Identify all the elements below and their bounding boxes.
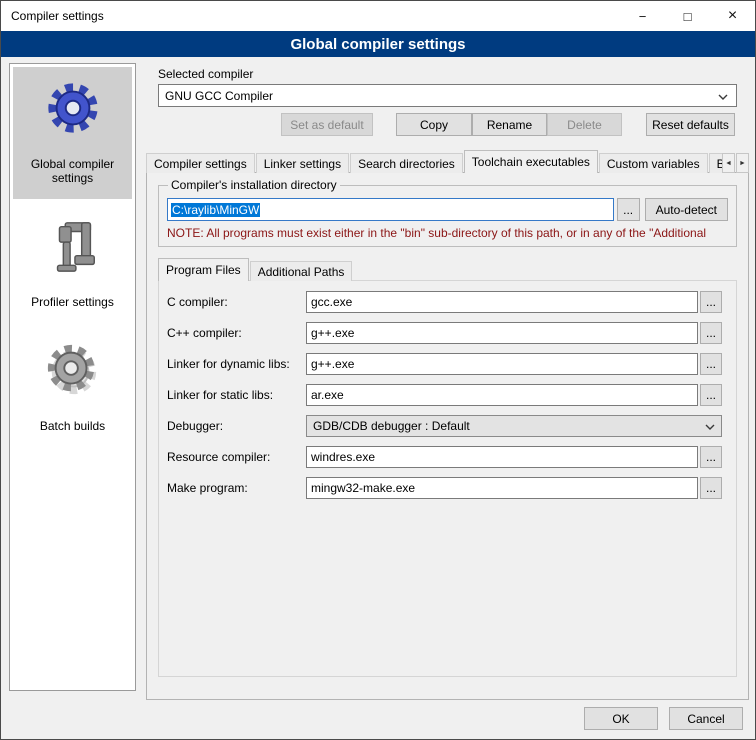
gear-blue-icon: [42, 77, 104, 139]
program-files-panel: C compiler: ... C++ compiler: ... Linker…: [158, 280, 737, 677]
program-files-tabbar: Program Files Additional Paths: [158, 259, 737, 281]
note-text: NOTE: All programs must exist either in …: [167, 226, 728, 240]
field-row-resource-compiler: Resource compiler: ...: [167, 446, 722, 468]
c-compiler-input[interactable]: [306, 291, 698, 313]
field-label: Resource compiler:: [167, 450, 306, 464]
field-row-cpp-compiler: C++ compiler: ...: [167, 322, 722, 344]
compiler-settings-window: Compiler settings − □ × Global compiler …: [0, 0, 756, 740]
delete-button[interactable]: Delete: [547, 113, 622, 136]
dialog-footer: OK Cancel: [584, 707, 743, 730]
minimize-button[interactable]: −: [620, 1, 665, 31]
tab-scroll-right-button[interactable]: ►: [736, 153, 749, 173]
tab-linker-settings[interactable]: Linker settings: [256, 153, 349, 173]
profiler-clamp-icon: [45, 215, 101, 277]
set-as-default-button[interactable]: Set as default: [281, 113, 373, 136]
tab-toolchain-executables[interactable]: Toolchain executables: [464, 150, 598, 173]
cancel-button[interactable]: Cancel: [669, 707, 743, 730]
tab-scroll-left-button[interactable]: ◄: [722, 153, 735, 173]
field-label: Linker for dynamic libs:: [167, 357, 306, 371]
field-row-linker-static: Linker for static libs: ...: [167, 384, 722, 406]
sidebar: Global compiler settings: [9, 63, 136, 691]
tab-compiler-settings[interactable]: Compiler settings: [146, 153, 255, 173]
titlebar: Compiler settings − □ ×: [1, 1, 755, 31]
browse-button[interactable]: ...: [700, 446, 722, 468]
dialog-body: Global compiler settings: [1, 63, 755, 739]
auto-detect-button[interactable]: Auto-detect: [645, 198, 728, 221]
subtab-program-files[interactable]: Program Files: [158, 258, 249, 281]
field-row-linker-dynamic: Linker for dynamic libs: ...: [167, 353, 722, 375]
installation-directory-row: C:\raylib\MinGW ... Auto-detect: [167, 198, 728, 221]
chevron-down-icon: [705, 419, 715, 433]
field-row-c-compiler: C compiler: ...: [167, 291, 722, 313]
installation-directory-browse-button[interactable]: ...: [617, 198, 640, 221]
debugger-select[interactable]: GDB/CDB debugger : Default: [306, 415, 722, 437]
close-button[interactable]: ×: [710, 1, 755, 31]
installation-directory-groupbox: Compiler's installation directory C:\ray…: [158, 185, 737, 247]
selected-compiler-value: GNU GCC Compiler: [165, 89, 273, 103]
sidebar-item-label: Batch builds: [40, 419, 105, 433]
rename-button[interactable]: Rename: [472, 113, 547, 136]
settings-tabbar: Compiler settings Linker settings Search…: [146, 150, 749, 173]
page-title: Global compiler settings: [1, 31, 755, 57]
installation-directory-input[interactable]: C:\raylib\MinGW: [167, 198, 614, 221]
field-label: Make program:: [167, 481, 306, 495]
cpp-compiler-input[interactable]: [306, 322, 698, 344]
selected-compiler-label: Selected compiler: [158, 67, 737, 81]
maximize-button[interactable]: □: [665, 1, 710, 31]
tab-scroll-arrows: ◄ ►: [721, 153, 749, 173]
browse-button[interactable]: ...: [700, 477, 722, 499]
field-label: Linker for static libs:: [167, 388, 306, 402]
field-row-debugger: Debugger: GDB/CDB debugger : Default: [167, 415, 722, 437]
main-panel: Selected compiler GNU GCC Compiler Set a…: [146, 63, 749, 700]
sidebar-item-label: Global compiler settings: [15, 157, 130, 185]
sidebar-item-label: Profiler settings: [31, 295, 114, 309]
sidebar-item-profiler-settings[interactable]: Profiler settings: [13, 205, 132, 323]
installation-directory-title: Compiler's installation directory: [168, 178, 340, 192]
browse-button[interactable]: ...: [700, 384, 722, 406]
browse-button[interactable]: ...: [700, 322, 722, 344]
linker-dynamic-input[interactable]: [306, 353, 698, 375]
chevron-down-icon: [718, 89, 728, 103]
make-program-input[interactable]: [306, 477, 698, 499]
sidebar-item-batch-builds[interactable]: Batch builds: [13, 329, 132, 447]
copy-button[interactable]: Copy: [396, 113, 472, 136]
browse-button[interactable]: ...: [700, 353, 722, 375]
debugger-value: GDB/CDB debugger : Default: [313, 419, 470, 433]
reset-defaults-button[interactable]: Reset defaults: [646, 113, 735, 136]
field-row-make-program: Make program: ...: [167, 477, 722, 499]
tab-custom-variables[interactable]: Custom variables: [599, 153, 708, 173]
window-title: Compiler settings: [1, 9, 620, 23]
gear-gray-icon: [42, 339, 104, 401]
resource-compiler-input[interactable]: [306, 446, 698, 468]
subtab-additional-paths[interactable]: Additional Paths: [250, 261, 353, 281]
compiler-buttons-row: Set as default Copy Rename Delete Reset …: [158, 113, 737, 136]
ok-button[interactable]: OK: [584, 707, 658, 730]
browse-button[interactable]: ...: [700, 291, 722, 313]
installation-directory-value: C:\raylib\MinGW: [171, 203, 260, 217]
field-label: Debugger:: [167, 419, 306, 433]
toolchain-executables-panel: Compiler's installation directory C:\ray…: [146, 172, 749, 700]
selected-compiler-combobox[interactable]: GNU GCC Compiler: [158, 84, 737, 107]
sidebar-item-global-compiler-settings[interactable]: Global compiler settings: [13, 67, 132, 199]
field-label: C compiler:: [167, 295, 306, 309]
tab-search-directories[interactable]: Search directories: [350, 153, 463, 173]
field-label: C++ compiler:: [167, 326, 306, 340]
linker-static-input[interactable]: [306, 384, 698, 406]
